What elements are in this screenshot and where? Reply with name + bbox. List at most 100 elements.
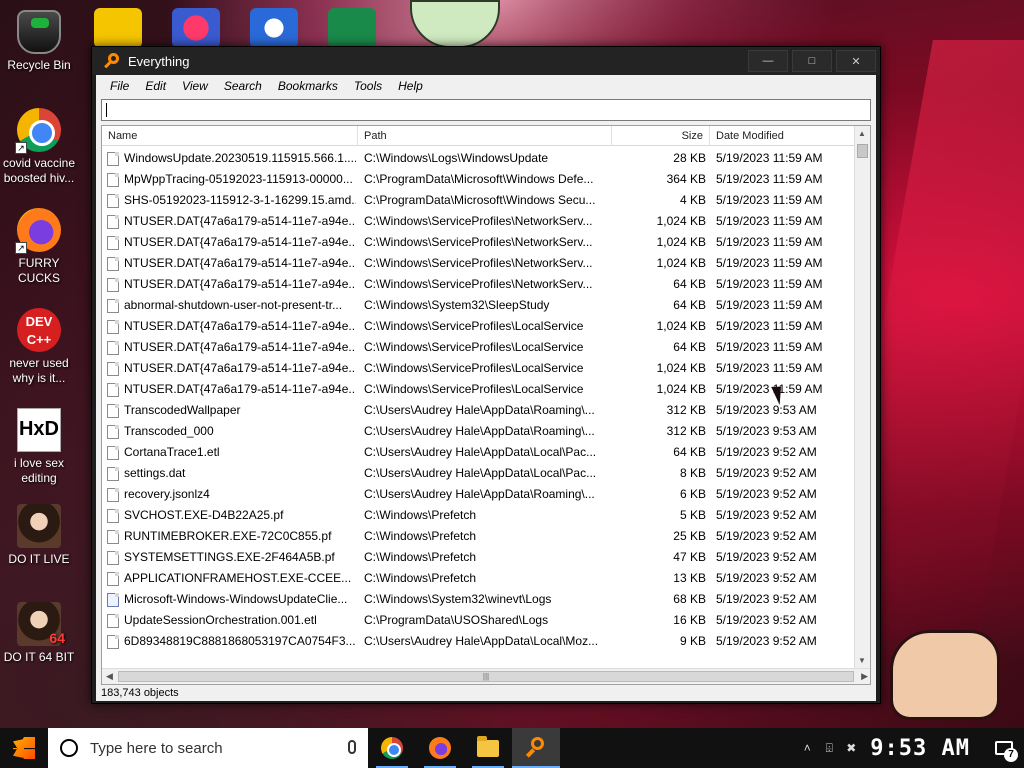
desktop-icon-recycle-bin[interactable]: Recycle Bin [0,10,78,73]
cell-path: C:\Users\Audrey Hale\AppData\Local\Moz..… [364,634,599,648]
action-center-button[interactable]: 7 [984,728,1024,768]
start-button[interactable] [0,728,48,768]
desktop-app-icon-3[interactable] [250,8,298,48]
menu-bar: File Edit View Search Bookmarks Tools He… [96,75,876,97]
table-row[interactable]: abnormal-shutdown-user-not-present-tr...… [102,295,855,316]
cell-size: 64 KB [673,298,706,312]
menu-bookmarks[interactable]: Bookmarks [270,79,346,93]
desktop-app-icon-de[interactable] [94,8,142,48]
cell-name: NTUSER.DAT{47a6a179-a514-11e7-a94e... [124,235,356,249]
title-bar[interactable]: Everything — □ ✕ [92,47,880,75]
column-path[interactable]: Path [358,126,612,146]
cell-path: C:\Users\Audrey Hale\AppData\Local\Pac..… [364,466,597,480]
close-button[interactable]: ✕ [836,50,876,72]
table-row[interactable]: NTUSER.DAT{47a6a179-a514-11e7-a94e... C:\… [102,253,855,274]
menu-edit[interactable]: Edit [137,79,174,93]
taskbar-firefox[interactable] [416,728,464,768]
menu-view[interactable]: View [174,79,216,93]
table-row[interactable]: recovery.jsonlz4 C:\Users\Audrey Hale\App… [102,484,855,505]
volume-muted-icon[interactable]: ✖ [840,741,862,755]
desktop-icon-do-it-live[interactable]: DO IT LIVE [0,504,78,567]
search-input[interactable] [101,99,871,121]
cell-name: RUNTIMEBROKER.EXE-72C0C855.pf [124,529,332,543]
taskbar-everything[interactable] [512,728,560,768]
file-icon [107,488,119,502]
desktop-icon-devcpp[interactable]: DEV C++ never used why is it... [0,308,78,386]
show-hidden-icons-icon[interactable]: ˄ [796,741,818,755]
table-row[interactable]: Transcoded_000 C:\Users\Audrey Hale\AppDa… [102,421,855,442]
cell-size: 1,024 KB [656,214,706,228]
table-row[interactable]: NTUSER.DAT{47a6a179-a514-11e7-a94e... C:\… [102,379,855,400]
cell-size: 1,024 KB [656,382,706,396]
table-row[interactable]: Microsoft-Windows-WindowsUpdateClie... C:… [102,589,855,610]
cell-date-modified: 5/19/2023 9:52 AM [716,634,817,648]
cell-date-modified: 5/19/2023 11:59 AM [716,298,823,312]
microphone-icon[interactable] [348,740,356,754]
scrollbar-thumb[interactable] [857,144,868,158]
cell-size: 47 KB [673,550,706,564]
column-date-modified[interactable]: Date Modified [710,126,855,146]
desktop-icon-label: never used why is it... [9,356,69,385]
table-row[interactable]: NTUSER.DAT{47a6a179-a514-11e7-a94e... C:\… [102,316,855,337]
horizontal-scrollbar-thumb[interactable]: ||| [118,671,854,682]
cell-path: C:\Windows\ServiceProfiles\NetworkServ..… [364,214,593,228]
cell-date-modified: 5/19/2023 9:52 AM [716,613,817,627]
cell-name: APPLICATIONFRAMEHOST.EXE-CCEE... [124,571,352,585]
column-size[interactable]: Size [612,126,710,146]
results-list[interactable]: Name Path Size Date Modified WindowsUpda… [101,125,871,685]
maximize-button[interactable]: □ [792,50,832,72]
scroll-right-icon[interactable]: ▶ [861,671,868,682]
cell-name: MpWppTracing-05192023-115913-00000... [124,172,353,186]
desktop-icon-hxd[interactable]: HxD i love sex editing [0,408,78,486]
table-row[interactable]: SVCHOST.EXE-D4B22A25.pf C:\Windows\Prefet… [102,505,855,526]
cell-name: NTUSER.DAT{47a6a179-a514-11e7-a94e... [124,319,356,333]
table-row[interactable]: settings.dat C:\Users\Audrey Hale\AppData… [102,463,855,484]
cell-size: 64 KB [673,445,706,459]
column-name[interactable]: Name [102,126,358,146]
wallpaper-fist [890,630,1000,720]
taskbar-file-explorer[interactable] [464,728,512,768]
menu-help[interactable]: Help [390,79,431,93]
horizontal-scrollbar[interactable]: ◀ ||| ▶ [102,668,870,684]
publisher-icon[interactable] [328,8,376,48]
menu-file[interactable]: File [102,79,137,93]
table-row[interactable]: CortanaTrace1.etl C:\Users\Audrey Hale\Ap… [102,442,855,463]
desktop-icon-label: FURRY CUCKS [17,256,60,285]
table-row[interactable]: NTUSER.DAT{47a6a179-a514-11e7-a94e... C:\… [102,274,855,295]
table-row[interactable]: NTUSER.DAT{47a6a179-a514-11e7-a94e... C:\… [102,211,855,232]
desktop-icon-do-it-64-bit[interactable]: 64 DO IT 64 BIT [0,602,78,665]
table-row[interactable]: MpWppTracing-05192023-115913-00000... C:\… [102,169,855,190]
table-row[interactable]: SHS-05192023-115912-3-1-16299.15.amd... C… [102,190,855,211]
file-explorer-icon [477,735,499,757]
table-row[interactable]: WindowsUpdate.20230519.115915.566.1.... C… [102,148,855,169]
taskbar-search-box[interactable]: Type here to search [48,728,368,768]
desktop-icon-chrome-shortcut[interactable]: ↗ covid vaccine boosted hiv... [0,108,78,186]
clock[interactable]: 9:53 AM [870,736,970,761]
taskbar-chrome[interactable] [368,728,416,768]
table-row[interactable]: 6D89348819C8881868053197CA0754F3... C:\Us… [102,631,855,652]
scroll-up-icon[interactable]: ▲ [858,129,866,138]
table-row[interactable]: SYSTEMSETTINGS.EXE-2F464A5B.pf C:\Windows… [102,547,855,568]
cell-date-modified: 5/19/2023 11:59 AM [716,256,823,270]
table-row[interactable]: NTUSER.DAT{47a6a179-a514-11e7-a94e... C:\… [102,232,855,253]
scroll-left-icon[interactable]: ◀ [106,671,113,682]
cell-date-modified: 5/19/2023 11:59 AM [716,319,823,333]
desktop-icon-firefox-shortcut[interactable]: ↗ FURRY CUCKS [0,208,78,286]
scroll-down-icon[interactable]: ▼ [858,656,866,665]
desktop-app-icon-2[interactable] [172,8,220,48]
table-row[interactable]: NTUSER.DAT{47a6a179-a514-11e7-a94e... C:\… [102,358,855,379]
table-row[interactable]: RUNTIMEBROKER.EXE-72C0C855.pf C:\Windows\… [102,526,855,547]
menu-tools[interactable]: Tools [346,79,390,93]
file-icon [107,425,119,439]
cell-date-modified: 5/19/2023 11:59 AM [716,193,823,207]
minimize-button[interactable]: — [748,50,788,72]
menu-search[interactable]: Search [216,79,270,93]
table-row[interactable]: TranscodedWallpaper C:\Users\Audrey Hale\… [102,400,855,421]
vertical-scrollbar[interactable]: ▲ ▼ [854,126,870,668]
everything-window: Everything — □ ✕ File Edit View Search B… [91,46,881,704]
cell-size: 1,024 KB [656,235,706,249]
network-icon[interactable]: ⌹ [818,741,840,756]
table-row[interactable]: NTUSER.DAT{47a6a179-a514-11e7-a94e... C:\… [102,337,855,358]
table-row[interactable]: UpdateSessionOrchestration.001.etl C:\Pro… [102,610,855,631]
table-row[interactable]: APPLICATIONFRAMEHOST.EXE-CCEE... C:\Windo… [102,568,855,589]
